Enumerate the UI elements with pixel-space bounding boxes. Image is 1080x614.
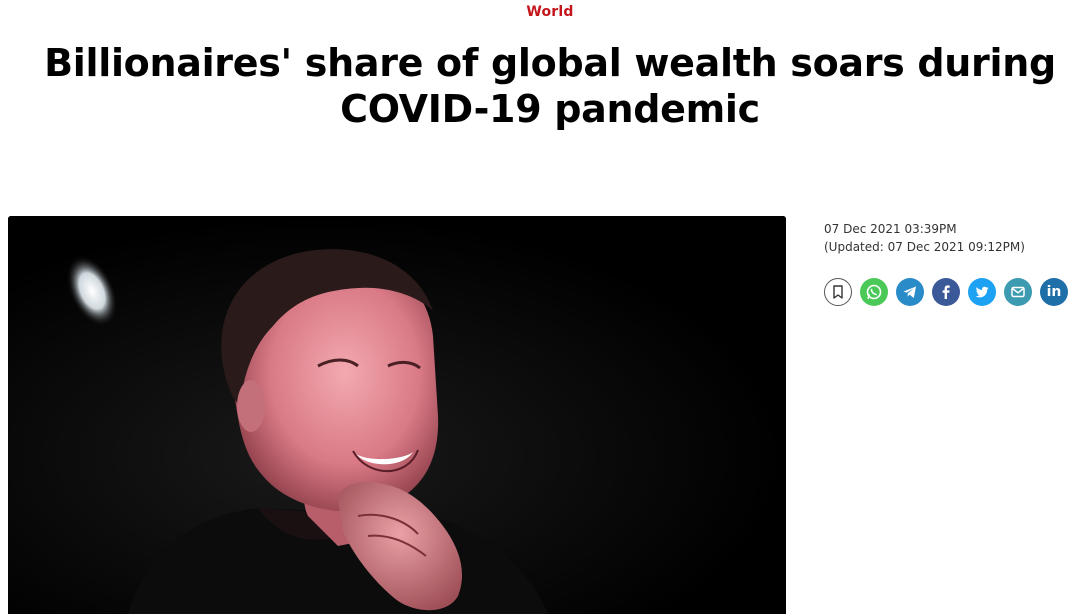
whatsapp-icon bbox=[866, 284, 882, 300]
linkedin-share-button[interactable]: in bbox=[1040, 278, 1068, 306]
linkedin-icon: in bbox=[1046, 284, 1062, 300]
bookmark-icon bbox=[833, 285, 843, 299]
telegram-icon bbox=[903, 286, 916, 298]
twitter-share-button[interactable] bbox=[968, 278, 996, 306]
bookmark-button[interactable] bbox=[824, 278, 852, 306]
share-toolbar: in bbox=[824, 278, 1068, 306]
whatsapp-share-button[interactable] bbox=[860, 278, 888, 306]
facebook-share-button[interactable] bbox=[932, 278, 960, 306]
facebook-icon bbox=[942, 285, 950, 299]
article-meta: 07 Dec 2021 03:39PM (Updated: 07 Dec 202… bbox=[824, 220, 1025, 256]
updated-timestamp: (Updated: 07 Dec 2021 09:12PM) bbox=[824, 240, 1025, 254]
article-headline: Billionaires' share of global wealth soa… bbox=[44, 41, 1056, 131]
published-timestamp: 07 Dec 2021 03:39PM bbox=[824, 222, 957, 236]
telegram-share-button[interactable] bbox=[896, 278, 924, 306]
twitter-icon bbox=[975, 286, 989, 298]
email-share-button[interactable] bbox=[1004, 278, 1032, 306]
section-link[interactable]: World bbox=[0, 4, 1080, 20]
article-page: World Billionaires' share of global weal… bbox=[0, 0, 1080, 614]
hero-image bbox=[8, 216, 786, 614]
email-icon bbox=[1011, 286, 1025, 298]
